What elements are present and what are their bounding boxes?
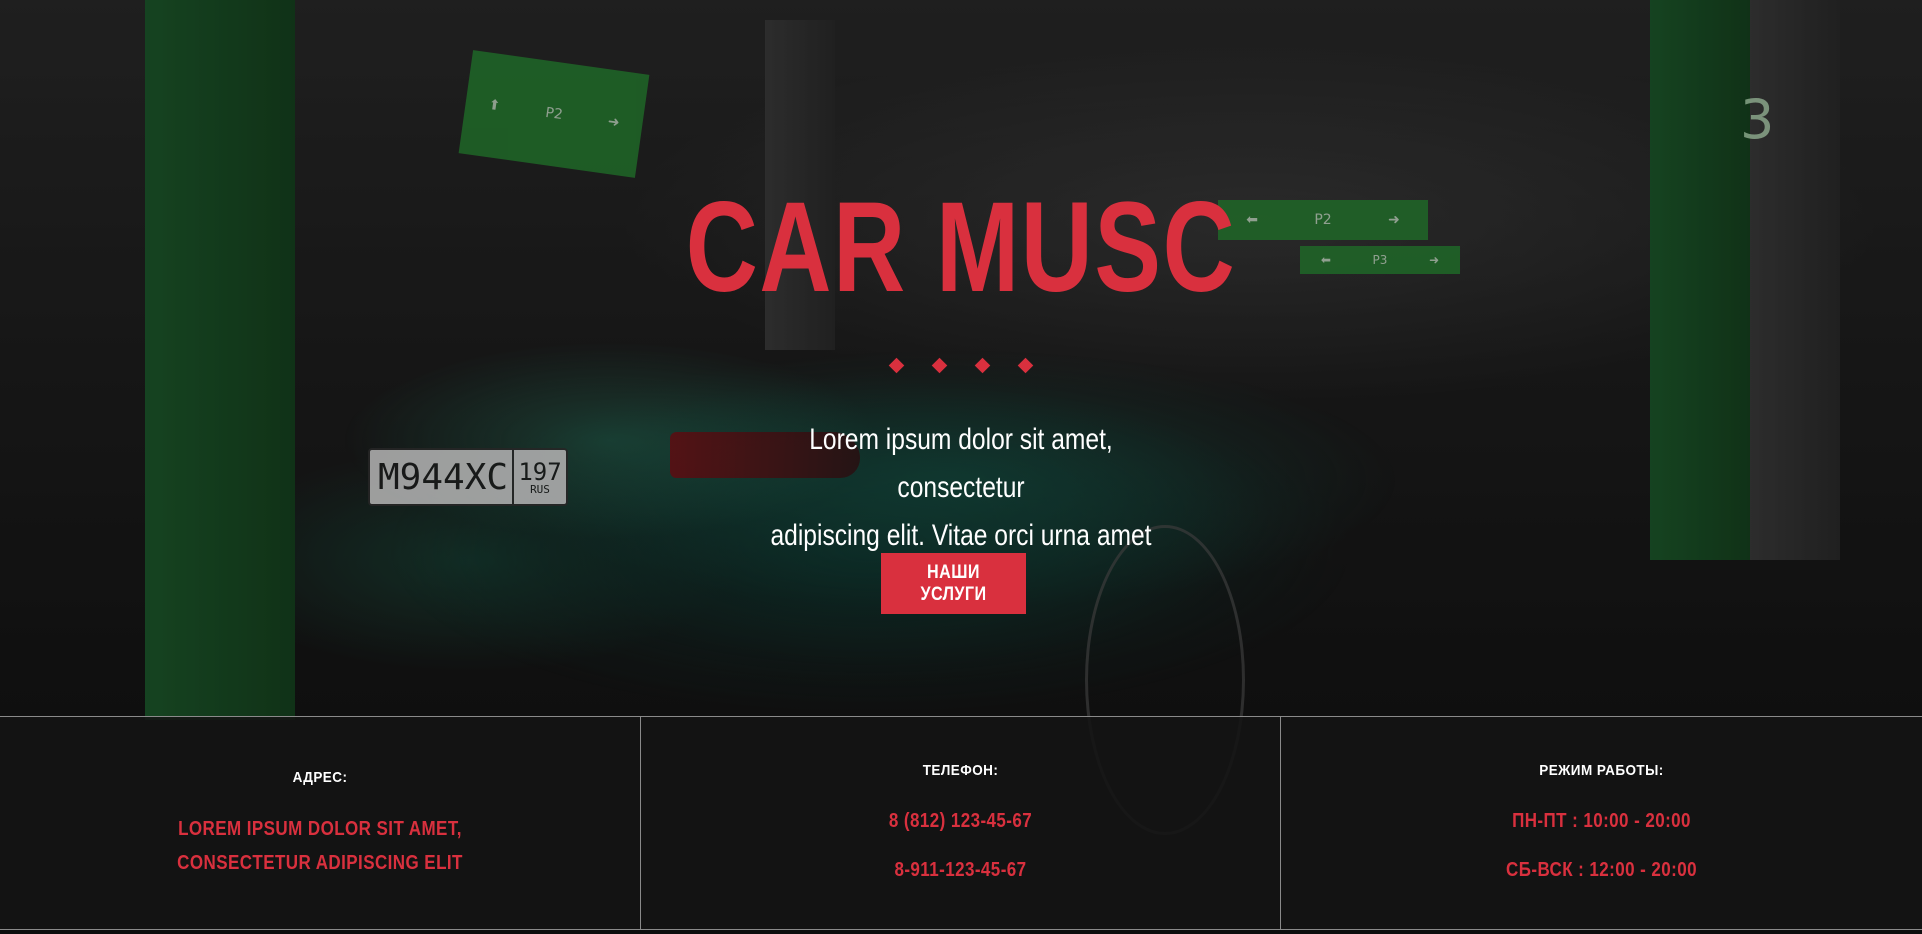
our-services-button-label: НАШИ УСЛУГИ <box>920 561 987 605</box>
address-label: АДРЕС: <box>292 769 348 786</box>
hours-label: РЕЖИМ РАБОТЫ: <box>1539 762 1664 779</box>
divider-diamond-icon <box>974 357 991 374</box>
address-line-2: CONSECTETUR ADIPISCING ELIT <box>177 852 463 874</box>
divider-diamond-icon <box>1017 357 1034 374</box>
address-line-1: LOREM IPSUM DOLOR SIT AMET, <box>178 818 462 840</box>
hero-description-line-1: Lorem ipsum dolor sit amet, consectetur <box>809 423 1113 504</box>
hours-weekdays: ПН-ПТ : 10:00 - 20:00 <box>1512 810 1691 832</box>
phone-link-2[interactable]: 8-911-123-45-67 <box>689 853 1232 887</box>
phone-link-1[interactable]: 8 (812) 123-45-67 <box>689 804 1232 838</box>
address-block: АДРЕС: LOREM IPSUM DOLOR SIT AMET, CONSE… <box>0 717 640 929</box>
title-divider <box>0 357 1922 374</box>
contact-info-bar: АДРЕС: LOREM IPSUM DOLOR SIT AMET, CONSE… <box>0 716 1922 930</box>
divider-diamond-icon <box>888 357 905 374</box>
hours-weekend: СБ-ВСК : 12:00 - 20:00 <box>1506 859 1697 881</box>
our-services-button[interactable]: НАШИ УСЛУГИ <box>881 553 1026 614</box>
divider-diamond-icon <box>931 357 948 374</box>
phone-block: ТЕЛЕФОН: 8 (812) 123-45-67 8-911-123-45-… <box>640 717 1280 929</box>
page-title: CAR MUSC <box>685 176 1237 319</box>
hours-block: РЕЖИМ РАБОТЫ: ПН-ПТ : 10:00 - 20:00 СБ-В… <box>1280 717 1922 929</box>
hero-section: ⬆ P2 ➜ ⬅ P2 ➜ ⬅ P3 ➜ 3 М944ХС 197 RUS CAR MUSC… <box>0 0 1922 934</box>
phone-label: ТЕЛЕФОН: <box>922 762 999 779</box>
